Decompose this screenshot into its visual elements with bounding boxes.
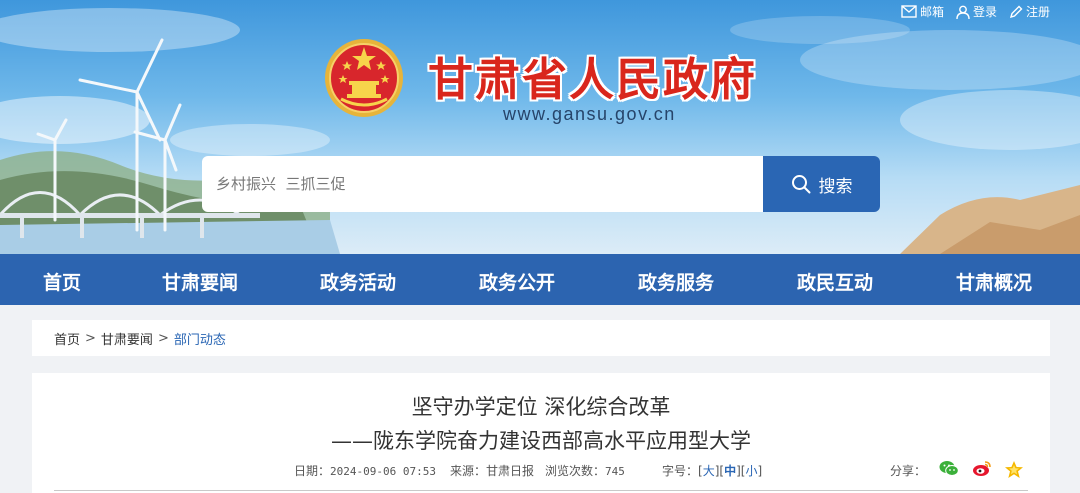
meta-divider — [54, 490, 1028, 491]
date-label: 日期： — [294, 464, 331, 478]
share-label: 分享： — [890, 464, 927, 478]
nav-item-gansu-overview[interactable]: 甘肃概况 — [956, 268, 1032, 295]
font-size-controls: 字号：[大][中][小] — [662, 464, 763, 478]
nav-item-public-interaction[interactable]: 政民互动 — [797, 268, 873, 295]
font-size-large[interactable]: 大 — [703, 464, 715, 478]
views-label: 浏览次数： — [545, 464, 606, 478]
mail-label: 邮箱 — [919, 5, 944, 19]
mail-link[interactable]: 邮箱 — [901, 3, 944, 20]
source-label: 来源： — [450, 464, 487, 478]
user-icon — [956, 5, 970, 19]
edit-icon — [1009, 5, 1023, 18]
article-subtitle: ——陇东学院奋力建设西部高水平应用型大学 — [331, 429, 751, 453]
register-label: 注册 — [1025, 5, 1050, 19]
views-value: 745 — [605, 465, 625, 478]
date-value: 2024-09-06 07:53 — [330, 465, 436, 478]
weibo-icon[interactable] — [972, 460, 992, 477]
breadcrumb-home[interactable]: 首页 — [54, 329, 80, 348]
font-size-label: 字号： — [662, 464, 699, 478]
national-emblem — [325, 39, 403, 117]
breadcrumb-separator: > — [157, 330, 169, 346]
nav-item-gov-services[interactable]: 政务服务 — [638, 268, 714, 295]
font-size-medium[interactable]: 中 — [724, 464, 736, 478]
source-value: 甘肃日报 — [486, 464, 535, 478]
breadcrumb: 首页 > 甘肃要闻 > 部门动态 — [32, 320, 1050, 356]
favorite-icon[interactable] — [1004, 460, 1024, 479]
search-input[interactable] — [202, 156, 764, 212]
login-link[interactable]: 登录 — [956, 3, 997, 20]
top-links: 邮箱 登录 注册 — [901, 3, 1050, 20]
breadcrumb-current[interactable]: 部门动态 — [174, 329, 226, 348]
mail-icon — [901, 5, 917, 18]
breadcrumb-section[interactable]: 甘肃要闻 — [101, 329, 153, 348]
search-icon — [791, 175, 810, 194]
nav-item-gov-activities[interactable]: 政务活动 — [320, 268, 396, 295]
font-size-small[interactable]: 小 — [745, 464, 757, 478]
wechat-icon[interactable] — [939, 460, 959, 477]
login-label: 登录 — [972, 5, 997, 19]
header-banner: 邮箱 登录 注册 甘肃省人民政府 www.gansu.gov.cn 搜索 — [0, 0, 1080, 254]
nav-item-gov-disclosure[interactable]: 政务公开 — [479, 268, 555, 295]
nav-item-home[interactable]: 首页 — [43, 268, 81, 295]
register-link[interactable]: 注册 — [1009, 3, 1050, 20]
search-button[interactable]: 搜索 — [763, 156, 880, 212]
article-panel: 坚守办学定位 深化综合改革 ——陇东学院奋力建设西部高水平应用型大学 日期：20… — [32, 373, 1050, 493]
site-title[interactable]: 甘肃省人民政府 — [428, 43, 757, 108]
breadcrumb-separator: > — [85, 330, 96, 346]
main-nav: 首页 甘肃要闻 政务活动 政务公开 政务服务 政民互动 甘肃概况 — [0, 254, 1080, 305]
banner-scenery — [0, 8, 1080, 254]
search-button-label: 搜索 — [818, 176, 853, 197]
article-views: 浏览次数：745 — [545, 462, 625, 479]
nav-item-gansu-news[interactable]: 甘肃要闻 — [162, 268, 238, 295]
site-url: www.gansu.gov.cn — [503, 104, 676, 124]
article-title: 坚守办学定位 深化综合改革 — [411, 395, 671, 419]
article-date: 日期：2024-09-06 07:53 — [294, 462, 436, 479]
article-source: 来源：甘肃日报 — [450, 462, 534, 479]
